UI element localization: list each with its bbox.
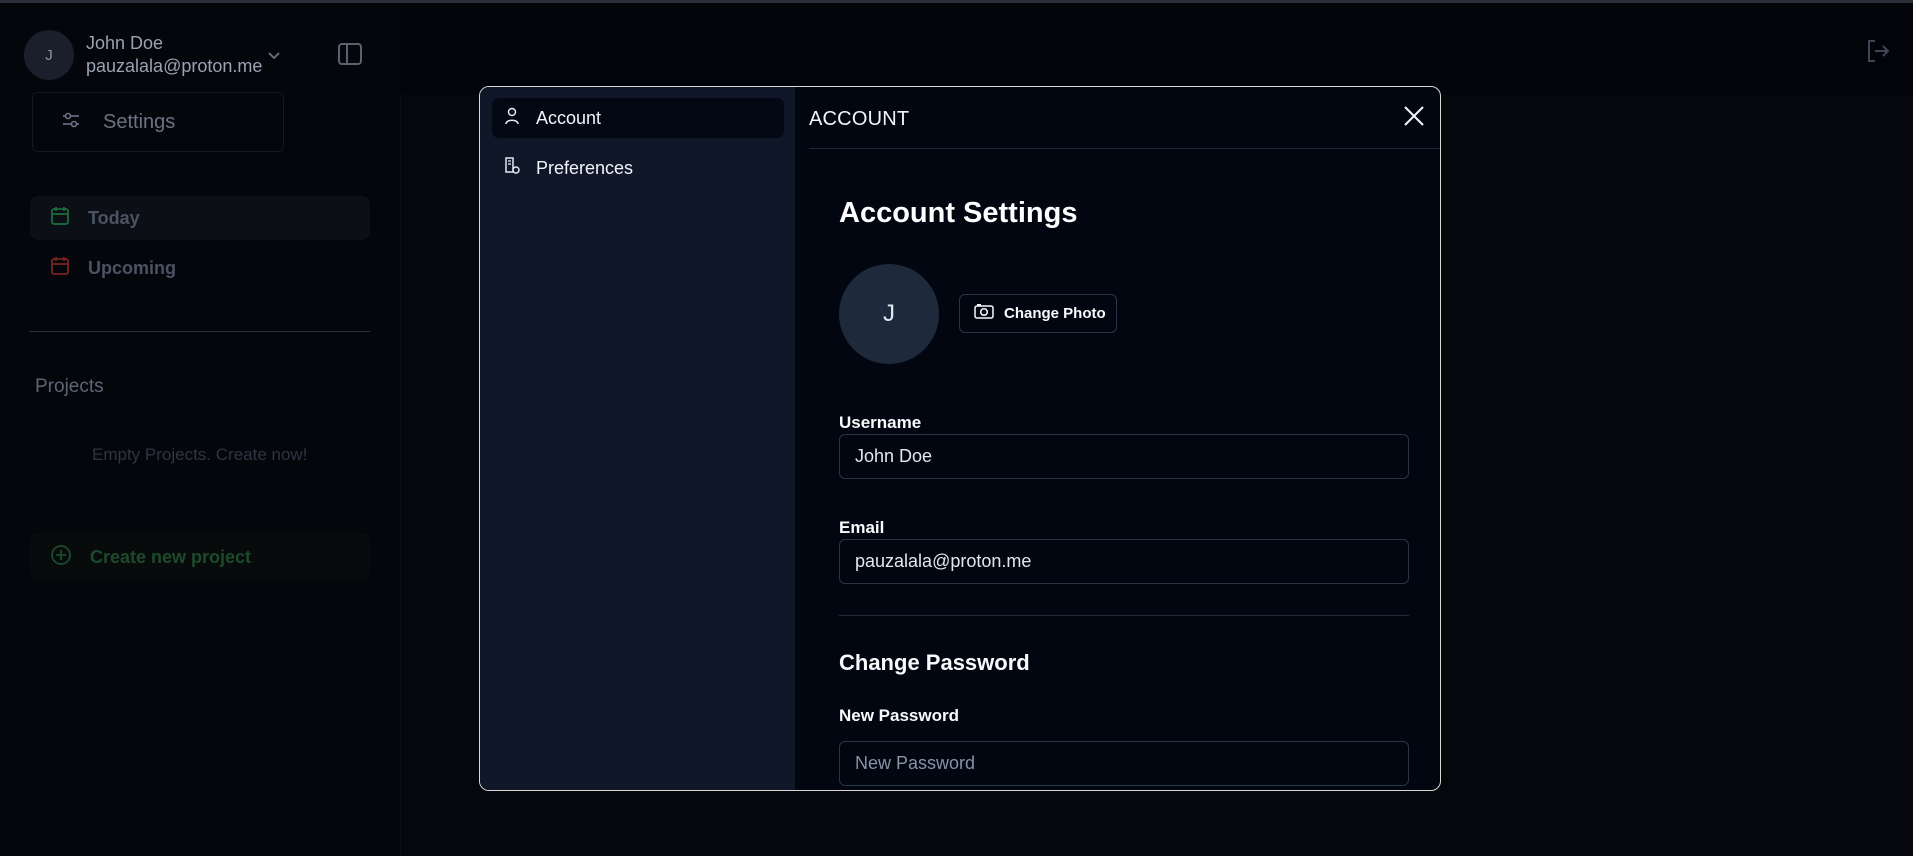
new-password-field[interactable] bbox=[839, 741, 1409, 786]
logout-icon[interactable] bbox=[1865, 38, 1891, 69]
change-photo-button[interactable]: Change Photo bbox=[959, 294, 1117, 333]
change-photo-label: Change Photo bbox=[1004, 305, 1106, 322]
settings-label: Settings bbox=[103, 110, 176, 133]
email-field[interactable] bbox=[839, 539, 1409, 584]
tab-label: Account bbox=[536, 107, 602, 128]
user-icon bbox=[504, 107, 520, 130]
preferences-icon bbox=[504, 156, 520, 180]
calendar-check-icon bbox=[50, 206, 70, 231]
avatar[interactable]: J bbox=[24, 30, 74, 80]
plus-circle-icon bbox=[50, 544, 72, 571]
user-menu[interactable]: J John Doe pauzalala@proton.me bbox=[24, 30, 262, 80]
modal-nav: Account Preferences bbox=[480, 87, 795, 790]
calendar-icon bbox=[50, 256, 70, 281]
sidebar-divider bbox=[29, 331, 370, 332]
user-email: pauzalala@proton.me bbox=[86, 56, 263, 76]
sidebar-toggle-icon[interactable] bbox=[337, 41, 363, 72]
sidebar-item-label: Today bbox=[88, 207, 140, 228]
projects-title: Projects bbox=[35, 376, 104, 397]
username-field[interactable] bbox=[839, 434, 1409, 479]
modal-heading: ACCOUNT bbox=[809, 108, 910, 130]
close-button[interactable] bbox=[1401, 103, 1427, 129]
empty-projects-message: Empty Projects. Create now! bbox=[92, 445, 308, 464]
create-project-button[interactable]: Create new project bbox=[30, 533, 370, 581]
sliders-icon bbox=[61, 111, 81, 134]
page-title: Account Settings bbox=[839, 197, 1078, 229]
settings-modal: Account Preferences ACCOUNT Account Sett… bbox=[479, 86, 1441, 791]
app-sidebar: J John Doe pauzalala@proton.me Settings … bbox=[0, 3, 400, 856]
tab-account[interactable]: Account bbox=[492, 98, 784, 138]
user-name: John Doe bbox=[86, 33, 164, 53]
close-icon bbox=[1401, 106, 1427, 133]
chevron-down-icon[interactable] bbox=[267, 48, 281, 66]
create-project-label: Create new project bbox=[90, 546, 252, 567]
section-divider bbox=[839, 615, 1409, 616]
profile-avatar: J bbox=[839, 264, 939, 364]
email-label: Email bbox=[839, 518, 885, 537]
tab-preferences[interactable]: Preferences bbox=[492, 148, 784, 188]
camera-icon bbox=[974, 303, 994, 324]
sidebar-item-today[interactable]: Today bbox=[30, 196, 370, 240]
sidebar-item-upcoming[interactable]: Upcoming bbox=[30, 246, 370, 290]
tab-label: Preferences bbox=[536, 157, 634, 178]
sidebar-item-label: Upcoming bbox=[88, 257, 176, 278]
settings-button[interactable]: Settings bbox=[32, 92, 284, 152]
change-password-heading: Change Password bbox=[839, 650, 1030, 675]
new-password-label: New Password bbox=[839, 706, 959, 725]
username-label: Username bbox=[839, 413, 922, 432]
